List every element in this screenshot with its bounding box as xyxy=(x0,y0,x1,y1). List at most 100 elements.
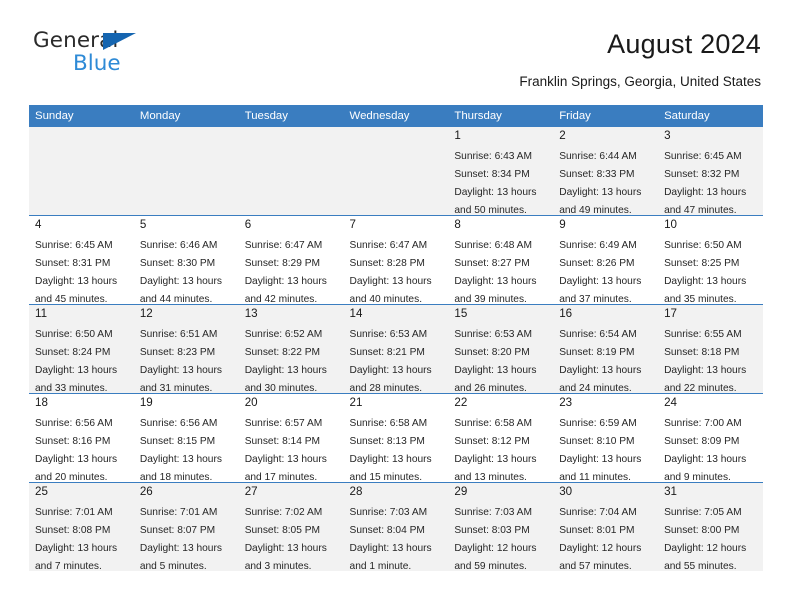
calendar-day-cell[interactable]: 28 Sunrise: 7:03 AM Sunset: 8:04 PM Dayli… xyxy=(343,483,449,572)
calendar-day-cell[interactable]: 5 Sunrise: 6:46 AM Sunset: 8:30 PM Daylig… xyxy=(134,216,239,305)
calendar-day-cell[interactable]: 17 Sunrise: 6:55 AM Sunset: 8:18 PM Dayli… xyxy=(658,305,763,394)
calendar-day-cell[interactable]: 4 Sunrise: 6:45 AM Sunset: 8:31 PM Daylig… xyxy=(29,216,134,305)
calendar-cell[interactable]: 29 Sunrise: 7:03 AM Sunset: 8:03 PM Dayli… xyxy=(448,482,554,572)
calendar-cell[interactable] xyxy=(133,127,239,216)
calendar-cell[interactable] xyxy=(238,127,344,216)
calendar-day-cell[interactable]: 7 Sunrise: 6:47 AM Sunset: 8:28 PM Daylig… xyxy=(344,216,449,305)
calendar-cell[interactable]: 24 Sunrise: 7:00 AM Sunset: 8:09 PM Dayli… xyxy=(658,393,763,483)
sun-times-text: Sunrise: 7:04 AM Sunset: 8:01 PM Dayligh… xyxy=(559,507,642,572)
calendar-day-cell[interactable]: 26 Sunrise: 7:01 AM Sunset: 8:07 PM Dayli… xyxy=(133,483,239,572)
sunrise-sunset-calendar: Sunday Monday Tuesday Wednesday Thursday… xyxy=(29,105,763,572)
sun-times-text: Sunrise: 7:05 AM Sunset: 8:00 PM Dayligh… xyxy=(664,507,747,572)
calendar-cell[interactable]: 21 Sunrise: 6:58 AM Sunset: 8:13 PM Dayli… xyxy=(343,393,449,483)
calendar-cell[interactable]: 20 Sunrise: 6:57 AM Sunset: 8:14 PM Dayli… xyxy=(238,393,344,483)
calendar-cell[interactable]: 15 Sunrise: 6:53 AM Sunset: 8:20 PM Dayli… xyxy=(448,304,554,394)
logo-word-blue: Blue xyxy=(73,50,121,76)
calendar-day-cell[interactable]: 21 Sunrise: 6:58 AM Sunset: 8:13 PM Dayli… xyxy=(344,394,449,483)
sun-times-text: Sunrise: 6:45 AM Sunset: 8:31 PM Dayligh… xyxy=(35,240,118,305)
calendar-header-row: Sunday Monday Tuesday Wednesday Thursday… xyxy=(29,105,763,127)
calendar-cell[interactable]: 18 Sunrise: 6:56 AM Sunset: 8:16 PM Dayli… xyxy=(29,393,134,483)
calendar-cell[interactable]: 9 Sunrise: 6:49 AM Sunset: 8:26 PM Daylig… xyxy=(553,215,659,305)
day-number: 25 xyxy=(35,485,48,498)
day-number: 15 xyxy=(454,307,468,320)
calendar-cell[interactable]: 14 Sunrise: 6:53 AM Sunset: 8:21 PM Dayli… xyxy=(343,304,449,394)
calendar-day-cell[interactable]: 27 Sunrise: 7:02 AM Sunset: 8:05 PM Dayli… xyxy=(238,483,344,572)
calendar-day-cell[interactable]: 16 Sunrise: 6:54 AM Sunset: 8:19 PM Dayli… xyxy=(553,305,659,394)
sun-times-text: Sunrise: 6:50 AM Sunset: 8:24 PM Dayligh… xyxy=(35,329,118,394)
calendar-day-cell[interactable]: 20 Sunrise: 6:57 AM Sunset: 8:14 PM Dayli… xyxy=(239,394,344,483)
calendar-cell[interactable]: 28 Sunrise: 7:03 AM Sunset: 8:04 PM Dayli… xyxy=(343,482,449,572)
calendar-cell[interactable]: 25 Sunrise: 7:01 AM Sunset: 8:08 PM Dayli… xyxy=(29,482,134,572)
triangle-icon xyxy=(103,33,136,50)
calendar-day-cell[interactable]: 8 Sunrise: 6:48 AM Sunset: 8:27 PM Daylig… xyxy=(448,216,553,305)
day-number: 29 xyxy=(454,485,468,498)
calendar-cell[interactable]: 17 Sunrise: 6:55 AM Sunset: 8:18 PM Dayli… xyxy=(658,304,763,394)
calendar-day-cell[interactable]: 6 Sunrise: 6:47 AM Sunset: 8:29 PM Daylig… xyxy=(239,216,344,305)
calendar-cell[interactable]: 27 Sunrise: 7:02 AM Sunset: 8:05 PM Dayli… xyxy=(238,482,344,572)
calendar-day-cell[interactable]: 13 Sunrise: 6:52 AM Sunset: 8:22 PM Dayli… xyxy=(238,305,344,394)
sun-times-text: Sunrise: 6:58 AM Sunset: 8:12 PM Dayligh… xyxy=(454,418,537,483)
day-number: 11 xyxy=(35,307,48,320)
calendar-body: 1 Sunrise: 6:43 AM Sunset: 8:34 PM Daylig… xyxy=(29,127,763,572)
sun-times-text: Sunrise: 6:59 AM Sunset: 8:10 PM Dayligh… xyxy=(559,418,642,483)
calendar-day-cell[interactable]: 1 Sunrise: 6:43 AM Sunset: 8:34 PM Daylig… xyxy=(448,127,554,216)
sun-times-text: Sunrise: 6:50 AM Sunset: 8:25 PM Dayligh… xyxy=(664,240,747,305)
calendar-cell[interactable] xyxy=(343,127,449,216)
calendar-day-cell[interactable]: 18 Sunrise: 6:56 AM Sunset: 8:16 PM Dayli… xyxy=(29,394,134,483)
calendar-cell[interactable] xyxy=(29,127,134,216)
weekday-header-wednesday: Wednesday xyxy=(343,105,449,127)
sun-times-text: Sunrise: 6:51 AM Sunset: 8:23 PM Dayligh… xyxy=(139,329,222,394)
calendar-cell[interactable]: 13 Sunrise: 6:52 AM Sunset: 8:22 PM Dayli… xyxy=(238,304,344,394)
sun-times-text: Sunrise: 6:57 AM Sunset: 8:14 PM Dayligh… xyxy=(244,418,327,483)
general-blue-logo[interactable]: General Blue xyxy=(33,30,173,78)
calendar-day-cell[interactable]: 23 Sunrise: 6:59 AM Sunset: 8:10 PM Dayli… xyxy=(553,394,658,483)
calendar-cell[interactable]: 7 Sunrise: 6:47 AM Sunset: 8:28 PM Daylig… xyxy=(343,215,449,305)
calendar-cell[interactable]: 3 Sunrise: 6:45 AM Sunset: 8:32 PM Daylig… xyxy=(658,127,763,216)
calendar-cell[interactable]: 31 Sunrise: 7:05 AM Sunset: 8:00 PM Dayli… xyxy=(658,482,763,572)
weekday-header-sunday: Sunday xyxy=(29,105,134,127)
calendar-cell[interactable]: 19 Sunrise: 6:56 AM Sunset: 8:15 PM Dayli… xyxy=(133,393,239,483)
calendar-day-cell[interactable]: 25 Sunrise: 7:01 AM Sunset: 8:08 PM Dayli… xyxy=(29,483,134,572)
calendar-day-cell[interactable]: 11 Sunrise: 6:50 AM Sunset: 8:24 PM Dayli… xyxy=(29,305,134,394)
calendar-cell[interactable]: 12 Sunrise: 6:51 AM Sunset: 8:23 PM Dayli… xyxy=(133,304,239,394)
sun-times-text: Sunrise: 7:03 AM Sunset: 8:04 PM Dayligh… xyxy=(349,507,432,572)
weekday-header-tuesday: Tuesday xyxy=(238,105,344,127)
calendar-day-cell[interactable]: 15 Sunrise: 6:53 AM Sunset: 8:20 PM Dayli… xyxy=(448,305,554,394)
calendar-cell[interactable]: 1 Sunrise: 6:43 AM Sunset: 8:34 PM Daylig… xyxy=(448,127,554,216)
calendar-day-cell[interactable]: 30 Sunrise: 7:04 AM Sunset: 8:01 PM Dayli… xyxy=(553,483,659,572)
page-title: August 2024 xyxy=(607,29,761,59)
calendar-day-cell[interactable]: 31 Sunrise: 7:05 AM Sunset: 8:00 PM Dayli… xyxy=(658,483,763,572)
day-number: 8 xyxy=(454,218,461,231)
calendar-day-cell[interactable]: 2 Sunrise: 6:44 AM Sunset: 8:33 PM Daylig… xyxy=(553,127,659,216)
calendar-day-cell[interactable]: 3 Sunrise: 6:45 AM Sunset: 8:32 PM Daylig… xyxy=(658,127,763,216)
calendar-cell[interactable]: 4 Sunrise: 6:45 AM Sunset: 8:31 PM Daylig… xyxy=(29,215,134,305)
calendar-cell[interactable]: 22 Sunrise: 6:58 AM Sunset: 8:12 PM Dayli… xyxy=(448,393,554,483)
sun-times-text: Sunrise: 6:53 AM Sunset: 8:20 PM Dayligh… xyxy=(454,329,537,394)
sun-times-text: Sunrise: 7:03 AM Sunset: 8:03 PM Dayligh… xyxy=(454,507,537,572)
calendar-cell[interactable]: 26 Sunrise: 7:01 AM Sunset: 8:07 PM Dayli… xyxy=(133,482,239,572)
calendar-day-cell[interactable]: 14 Sunrise: 6:53 AM Sunset: 8:21 PM Dayli… xyxy=(343,305,449,394)
calendar-cell[interactable]: 16 Sunrise: 6:54 AM Sunset: 8:19 PM Dayli… xyxy=(553,304,659,394)
sun-times-text: Sunrise: 6:49 AM Sunset: 8:26 PM Dayligh… xyxy=(559,240,642,305)
sun-times-text: Sunrise: 6:54 AM Sunset: 8:19 PM Dayligh… xyxy=(559,329,642,394)
sun-times-text: Sunrise: 6:44 AM Sunset: 8:33 PM Dayligh… xyxy=(559,151,642,216)
calendar-day-cell[interactable]: 24 Sunrise: 7:00 AM Sunset: 8:09 PM Dayli… xyxy=(658,394,763,483)
calendar-day-cell[interactable]: 10 Sunrise: 6:50 AM Sunset: 8:25 PM Dayli… xyxy=(658,216,763,305)
calendar-cell[interactable]: 11 Sunrise: 6:50 AM Sunset: 8:24 PM Dayli… xyxy=(29,304,134,394)
calendar-day-cell[interactable]: 29 Sunrise: 7:03 AM Sunset: 8:03 PM Dayli… xyxy=(448,483,554,572)
calendar-cell-empty xyxy=(133,127,239,215)
day-number: 20 xyxy=(244,396,258,409)
calendar-cell[interactable]: 8 Sunrise: 6:48 AM Sunset: 8:27 PM Daylig… xyxy=(448,215,554,305)
calendar-cell[interactable]: 6 Sunrise: 6:47 AM Sunset: 8:29 PM Daylig… xyxy=(238,215,344,305)
calendar-cell[interactable]: 30 Sunrise: 7:04 AM Sunset: 8:01 PM Dayli… xyxy=(553,482,659,572)
calendar-day-cell[interactable]: 12 Sunrise: 6:51 AM Sunset: 8:23 PM Dayli… xyxy=(133,305,239,394)
calendar-cell[interactable]: 2 Sunrise: 6:44 AM Sunset: 8:33 PM Daylig… xyxy=(553,127,659,216)
calendar-day-cell[interactable]: 22 Sunrise: 6:58 AM Sunset: 8:12 PM Dayli… xyxy=(448,394,553,483)
calendar-day-cell[interactable]: 9 Sunrise: 6:49 AM Sunset: 8:26 PM Daylig… xyxy=(553,216,658,305)
day-number: 7 xyxy=(349,218,356,231)
day-number: 9 xyxy=(559,218,566,231)
calendar-day-cell[interactable]: 19 Sunrise: 6:56 AM Sunset: 8:15 PM Dayli… xyxy=(134,394,239,483)
calendar-cell[interactable]: 5 Sunrise: 6:46 AM Sunset: 8:30 PM Daylig… xyxy=(133,215,239,305)
calendar-cell[interactable]: 23 Sunrise: 6:59 AM Sunset: 8:10 PM Dayli… xyxy=(553,393,659,483)
calendar-cell[interactable]: 10 Sunrise: 6:50 AM Sunset: 8:25 PM Dayli… xyxy=(658,215,763,305)
